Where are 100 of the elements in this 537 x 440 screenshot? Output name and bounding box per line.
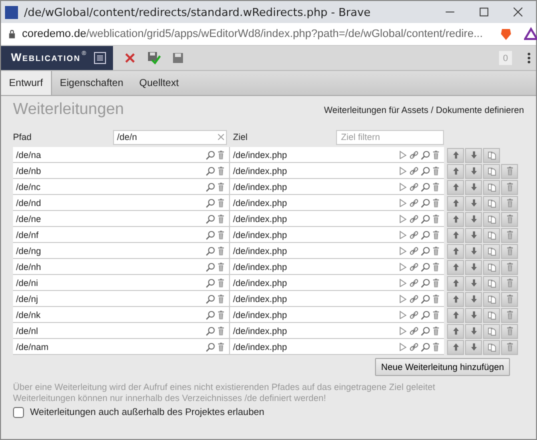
search-icon[interactable] bbox=[205, 246, 215, 256]
move-up-button[interactable] bbox=[447, 276, 464, 290]
link-icon[interactable] bbox=[409, 326, 419, 336]
trash-icon[interactable] bbox=[216, 294, 226, 304]
delete-button[interactable] bbox=[501, 196, 518, 210]
link-icon[interactable] bbox=[409, 230, 419, 240]
link-icon[interactable] bbox=[409, 294, 419, 304]
context-link[interactable]: Weiterleitungen für Assets / Dokumente definieren bbox=[324, 105, 524, 115]
delete-button[interactable] bbox=[501, 212, 518, 226]
move-down-button[interactable] bbox=[465, 180, 482, 194]
link-icon[interactable] bbox=[409, 198, 419, 208]
search-icon[interactable] bbox=[420, 246, 430, 256]
search-icon[interactable] bbox=[420, 214, 430, 224]
tab[interactable]: Entwurf bbox=[1, 71, 52, 95]
copy-button[interactable] bbox=[483, 340, 500, 354]
search-icon[interactable] bbox=[420, 342, 430, 352]
copy-button[interactable] bbox=[483, 308, 500, 322]
copy-button[interactable] bbox=[483, 228, 500, 242]
clear-icon[interactable] bbox=[216, 132, 226, 142]
delete-button[interactable] bbox=[501, 340, 518, 354]
search-icon[interactable] bbox=[205, 230, 215, 240]
filter-field[interactable]: /de/n bbox=[113, 130, 227, 144]
filter-field[interactable]: Ziel filtern bbox=[336, 130, 444, 144]
move-up-button[interactable] bbox=[447, 228, 464, 242]
move-up-button[interactable] bbox=[447, 292, 464, 306]
move-up-button[interactable] bbox=[447, 324, 464, 338]
move-up-button[interactable] bbox=[447, 164, 464, 178]
maximize-button[interactable] bbox=[478, 6, 490, 18]
save-check-icon[interactable] bbox=[147, 51, 161, 65]
search-icon[interactable] bbox=[420, 278, 430, 288]
move-up-button[interactable] bbox=[447, 212, 464, 226]
delete-button[interactable] bbox=[501, 164, 518, 178]
delete-button[interactable] bbox=[501, 180, 518, 194]
trash-icon[interactable] bbox=[216, 166, 226, 176]
tab[interactable]: Quelltext bbox=[131, 71, 187, 95]
copy-button[interactable] bbox=[483, 148, 500, 162]
move-up-button[interactable] bbox=[447, 308, 464, 322]
delete-button[interactable] bbox=[501, 244, 518, 258]
trash-icon[interactable] bbox=[431, 182, 441, 192]
trash-icon[interactable] bbox=[216, 310, 226, 320]
link-icon[interactable] bbox=[409, 246, 419, 256]
move-up-button[interactable] bbox=[447, 340, 464, 354]
trash-icon[interactable] bbox=[431, 246, 441, 256]
copy-button[interactable] bbox=[483, 292, 500, 306]
add-button[interactable]: Neue Weiterleitung hinzufügen bbox=[375, 358, 510, 376]
trash-icon[interactable] bbox=[216, 326, 226, 336]
move-down-button[interactable] bbox=[465, 212, 482, 226]
trash-icon[interactable] bbox=[431, 326, 441, 336]
close-button[interactable] bbox=[512, 6, 524, 18]
delete-button[interactable] bbox=[501, 324, 518, 338]
link-icon[interactable] bbox=[409, 262, 419, 272]
trash-icon[interactable] bbox=[431, 230, 441, 240]
copy-button[interactable] bbox=[483, 276, 500, 290]
shield-icon[interactable] bbox=[498, 27, 513, 41]
close-icon[interactable] bbox=[123, 51, 137, 65]
move-down-button[interactable] bbox=[465, 292, 482, 306]
move-up-button[interactable] bbox=[447, 180, 464, 194]
move-up-button[interactable] bbox=[447, 260, 464, 274]
search-icon[interactable] bbox=[205, 198, 215, 208]
search-icon[interactable] bbox=[420, 230, 430, 240]
move-down-button[interactable] bbox=[465, 260, 482, 274]
search-icon[interactable] bbox=[205, 326, 215, 336]
delete-button[interactable] bbox=[501, 292, 518, 306]
trash-icon[interactable] bbox=[216, 214, 226, 224]
search-icon[interactable] bbox=[420, 310, 430, 320]
search-icon[interactable] bbox=[205, 278, 215, 288]
save-icon[interactable] bbox=[171, 51, 185, 65]
link-icon[interactable] bbox=[409, 310, 419, 320]
link-icon[interactable] bbox=[409, 342, 419, 352]
search-icon[interactable] bbox=[420, 326, 430, 336]
trash-icon[interactable] bbox=[216, 230, 226, 240]
trash-icon[interactable] bbox=[431, 278, 441, 288]
move-down-button[interactable] bbox=[465, 148, 482, 162]
move-down-button[interactable] bbox=[465, 340, 482, 354]
move-down-button[interactable] bbox=[465, 164, 482, 178]
link-icon[interactable] bbox=[409, 150, 419, 160]
trash-icon[interactable] bbox=[216, 150, 226, 160]
move-up-button[interactable] bbox=[447, 244, 464, 258]
move-down-button[interactable] bbox=[465, 324, 482, 338]
delete-button[interactable] bbox=[501, 228, 518, 242]
move-down-button[interactable] bbox=[465, 244, 482, 258]
search-icon[interactable] bbox=[205, 166, 215, 176]
search-icon[interactable] bbox=[420, 262, 430, 272]
trash-icon[interactable] bbox=[216, 342, 226, 352]
search-icon[interactable] bbox=[420, 294, 430, 304]
delete-button[interactable] bbox=[501, 308, 518, 322]
copy-button[interactable] bbox=[483, 164, 500, 178]
link-icon[interactable] bbox=[409, 278, 419, 288]
move-up-button[interactable] bbox=[447, 196, 464, 210]
trash-icon[interactable] bbox=[216, 246, 226, 256]
move-down-button[interactable] bbox=[465, 308, 482, 322]
checkbox[interactable] bbox=[13, 407, 24, 418]
search-icon[interactable] bbox=[420, 166, 430, 176]
link-icon[interactable] bbox=[409, 214, 419, 224]
search-icon[interactable] bbox=[205, 150, 215, 160]
search-icon[interactable] bbox=[205, 182, 215, 192]
triangle-icon[interactable] bbox=[524, 27, 537, 41]
trash-icon[interactable] bbox=[431, 294, 441, 304]
search-icon[interactable] bbox=[205, 294, 215, 304]
copy-button[interactable] bbox=[483, 212, 500, 226]
